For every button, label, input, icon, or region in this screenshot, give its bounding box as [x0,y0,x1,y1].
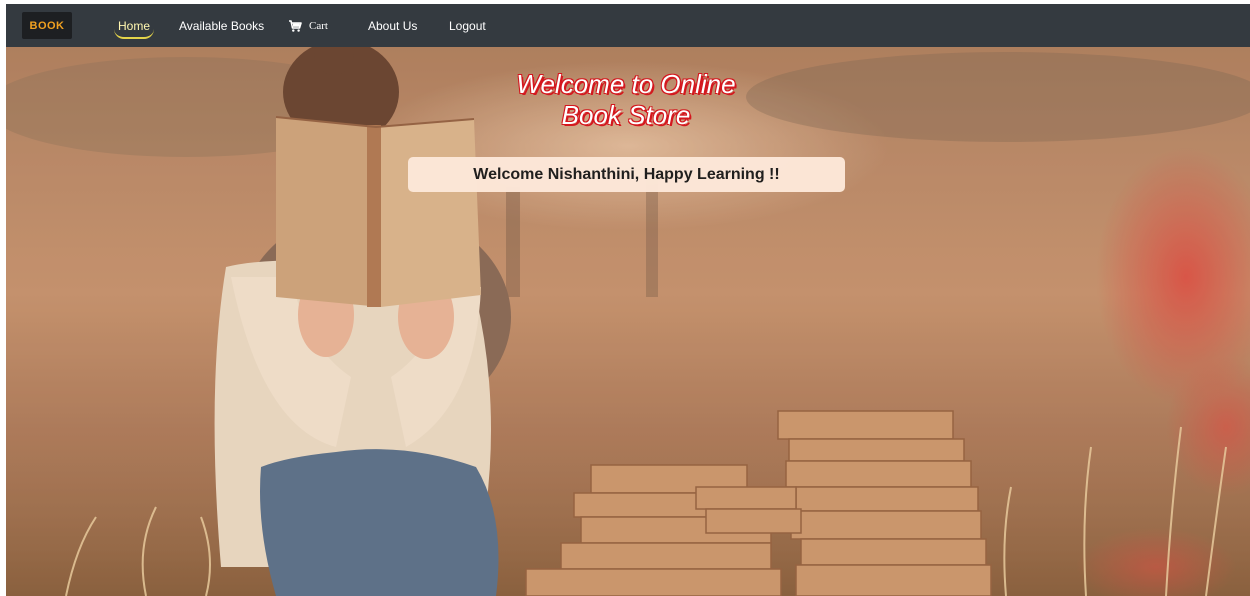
navbar: BOOK Home Available Books Cart About Us … [6,4,1250,47]
page-frame: BOOK Home Available Books Cart About Us … [6,4,1250,596]
nav-available-books-link[interactable]: Available Books [179,4,264,47]
nav-logout-label: Logout [449,18,486,33]
welcome-banner: Welcome Nishanthini, Happy Learning !! [408,157,845,192]
nav-cart-link[interactable]: Cart [288,4,328,47]
nav-cart-label: Cart [309,19,328,32]
nav-logout-link[interactable]: Logout [449,4,486,47]
hero-banner: Welcome to Online Book Store Welcome Nis… [6,47,1250,596]
hero-title: Welcome to Online Book Store [466,69,786,131]
nav-about-us-label: About Us [368,18,418,33]
welcome-message: Welcome Nishanthini, Happy Learning !! [473,165,780,183]
nav-about-us-link[interactable]: About Us [368,4,417,47]
hero-title-line2: Book Store [561,100,691,130]
active-underline [114,29,154,39]
hero-title-line1: Welcome to Online [516,69,736,99]
cart-icon [289,19,302,32]
nav-home-link[interactable]: Home [111,4,157,47]
brand-logo[interactable]: BOOK [22,12,72,39]
brand-logo-text: BOOK [29,19,65,32]
nav-available-books-label: Available Books [179,18,265,33]
